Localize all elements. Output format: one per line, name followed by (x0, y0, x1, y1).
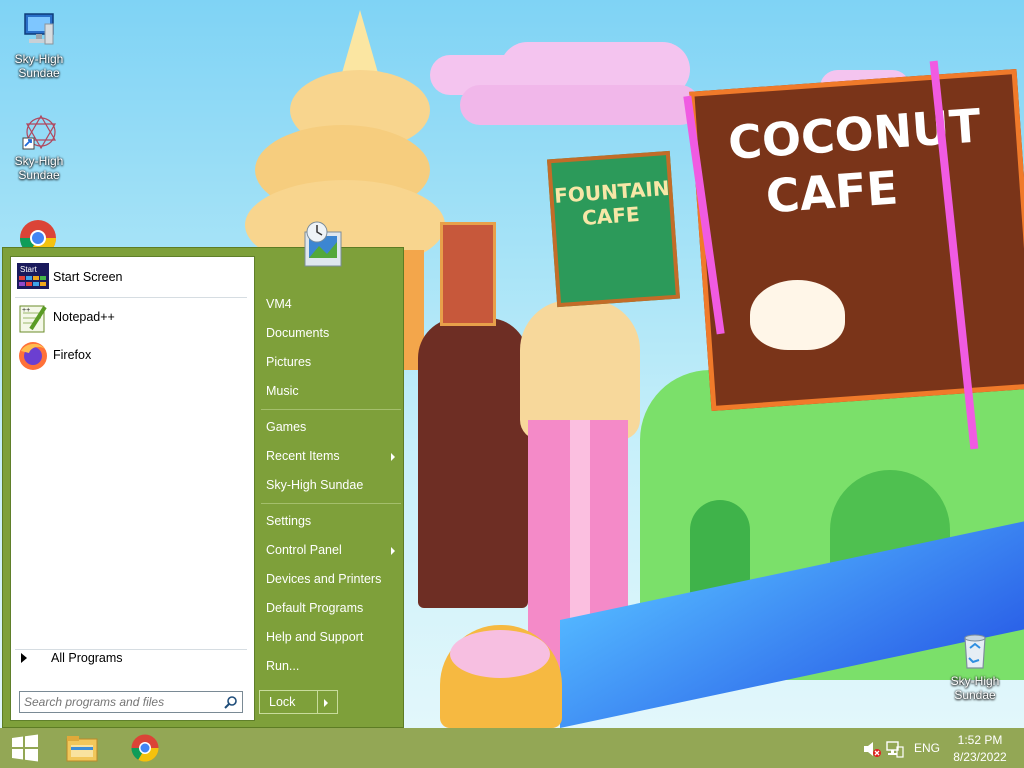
taskbar-chrome[interactable] (124, 728, 168, 768)
computer-icon (19, 10, 59, 50)
separator (15, 649, 247, 650)
all-programs-button[interactable]: All Programs (21, 651, 123, 665)
program-label: Start Screen (53, 270, 123, 284)
program-label: Notepad++ (53, 310, 115, 324)
clock-date: 8/23/2022 (953, 750, 1007, 764)
user-picture-icon[interactable] (299, 220, 349, 272)
shortcut-icon (19, 112, 59, 152)
submenu-arrow-icon (391, 547, 395, 555)
desktop-icon-label: Sky-High Sundae (950, 674, 1000, 702)
menu-item-label: Default Programs (266, 601, 364, 615)
menu-item-music[interactable]: Music (266, 380, 401, 402)
menu-item-games[interactable]: Games (266, 416, 401, 438)
firefox-icon (17, 341, 49, 370)
start-screen-icon-text: Start (20, 265, 38, 274)
network-button[interactable] (884, 728, 906, 768)
program-start-screen[interactable]: Start Start Screen (17, 261, 122, 293)
recycle-bin-icon (955, 632, 995, 672)
menu-item-recent-items[interactable]: Recent Items (266, 445, 401, 467)
divider (317, 691, 318, 713)
separator (261, 409, 401, 410)
menu-item-help-support[interactable]: Help and Support (266, 626, 401, 648)
menu-item-label: Sky-High Sundae (266, 478, 364, 492)
taskbar-file-explorer[interactable] (60, 728, 104, 768)
menu-item-label: Documents (266, 326, 330, 340)
menu-item-label: Devices and Printers (266, 572, 382, 586)
volume-muted-button[interactable] (860, 728, 882, 768)
network-icon (886, 741, 904, 758)
menu-item-label: Games (266, 420, 307, 434)
separator (261, 503, 401, 504)
lock-label: Lock (269, 695, 296, 709)
taskbar: ENG 1:52 PM 8/23/2022 (0, 728, 1024, 768)
start-button[interactable] (6, 728, 46, 768)
search-input[interactable] (20, 692, 220, 712)
all-programs-label: All Programs (51, 651, 123, 665)
power-options-arrow-icon[interactable] (324, 699, 328, 707)
menu-item-label: Music (266, 384, 299, 398)
submenu-arrow-icon (391, 453, 395, 461)
menu-item-label: Help and Support (266, 630, 364, 644)
menu-item-sky-high-sundae[interactable]: Sky-High Sundae (266, 474, 401, 496)
start-icon (12, 734, 38, 762)
menu-item-default-programs[interactable]: Default Programs (266, 597, 401, 619)
desktop-icon-shortcut[interactable]: Sky-High Sundae (4, 112, 74, 182)
svg-text:++: ++ (22, 307, 30, 314)
search-icon[interactable] (224, 695, 238, 709)
menu-item-label: Run... (266, 659, 300, 673)
fountain-cafe-sign: FOUNTAIN CAFE (553, 175, 671, 230)
separator (15, 297, 247, 298)
file-explorer-icon (66, 736, 98, 762)
menu-item-documents[interactable]: Documents (266, 322, 401, 344)
desktop-icon-computer[interactable]: Sky-High Sundae (4, 10, 74, 80)
menu-item-vm4[interactable]: VM4 (266, 293, 401, 315)
program-notepadpp[interactable]: ++ Notepad++ (17, 301, 115, 333)
notepadpp-icon: ++ (17, 303, 49, 333)
volume-muted-icon (864, 742, 881, 757)
menu-item-label: Settings (266, 514, 312, 528)
menu-item-run[interactable]: Run... (266, 655, 401, 677)
menu-item-label: VM4 (266, 297, 292, 311)
start-screen-icon: Start (17, 263, 49, 291)
start-menu: Start Start Screen ++ Notepad++ Firefox … (2, 221, 404, 728)
arrow-right-icon (21, 653, 27, 663)
lock-button[interactable]: Lock (259, 690, 338, 714)
program-firefox[interactable]: Firefox (17, 339, 91, 371)
menu-item-label: Pictures (266, 355, 312, 369)
desktop-icon-label: Sky-High Sundae (14, 52, 64, 80)
desktop-icon-recycle-bin[interactable]: Sky-High Sundae (940, 632, 1010, 702)
program-label: Firefox (53, 348, 92, 362)
menu-item-control-panel[interactable]: Control Panel (266, 539, 401, 561)
menu-item-settings[interactable]: Settings (266, 510, 401, 532)
start-menu-programs-pane: Start Start Screen ++ Notepad++ Firefox … (10, 256, 255, 721)
search-box[interactable] (19, 691, 243, 713)
clock-time: 1:52 PM (957, 733, 1003, 747)
clock[interactable]: 1:52 PM 8/23/2022 (948, 728, 1012, 768)
desktop-icon-label: Sky-High Sundae (14, 154, 64, 182)
chrome-desktop-icon[interactable] (18, 218, 58, 248)
menu-item-label: Control Panel (266, 543, 342, 557)
chrome-icon (131, 734, 159, 762)
menu-item-pictures[interactable]: Pictures (266, 351, 401, 373)
menu-item-devices-printers[interactable]: Devices and Printers (266, 568, 401, 590)
menu-item-label: Recent Items (266, 449, 340, 463)
language-indicator[interactable]: ENG (912, 741, 942, 755)
coconut-cafe-sign: COCONUT CAFE (726, 98, 983, 224)
